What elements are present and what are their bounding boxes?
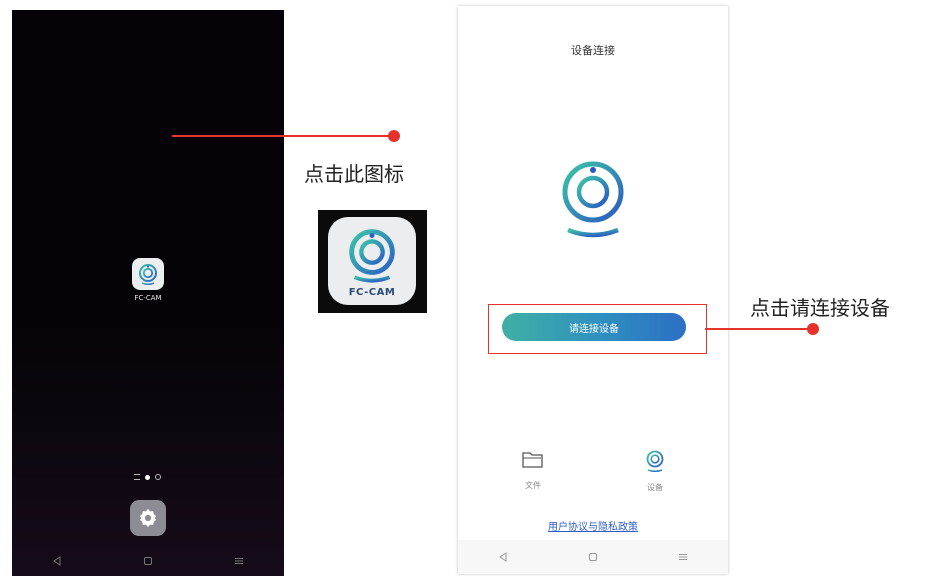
tab-devices-label: 设备 — [647, 483, 663, 492]
wallpaper-glow — [12, 310, 284, 576]
page-indicator-list — [134, 474, 140, 480]
camera-device-icon — [645, 450, 665, 476]
user-agreement-privacy-link[interactable]: 用户协议与隐私政策 — [458, 518, 728, 533]
fc-cam-icon-enlarged-label: FC-CAM — [348, 287, 396, 298]
app-screen: 设备连接 请连接设备 文件 设备 用户协议与隐私政策 — [458, 6, 728, 574]
annotation-line-icon — [172, 135, 394, 137]
home-screen: FC-CAM — [12, 10, 284, 576]
tab-files[interactable]: 文件 — [513, 450, 553, 491]
system-navbar-app — [458, 540, 728, 574]
camera-logo-icon — [556, 156, 630, 246]
page-title: 设备连接 — [571, 44, 615, 57]
tab-files-label: 文件 — [525, 481, 541, 490]
annotation-click-connect-text: 点击请连接设备 — [750, 296, 890, 320]
fc-cam-app-shortcut[interactable]: FC-CAM — [131, 258, 165, 302]
fc-cam-icon-enlarged-frame: FC-CAM — [318, 210, 427, 313]
page-indicator — [134, 474, 161, 480]
menu-icon[interactable] — [234, 556, 244, 566]
menu-icon[interactable] — [678, 552, 688, 562]
fc-cam-app-label: FC-CAM — [134, 294, 162, 302]
home-icon[interactable] — [143, 556, 153, 566]
back-icon[interactable] — [498, 552, 508, 562]
back-icon[interactable] — [52, 556, 62, 566]
settings-app-icon[interactable] — [130, 500, 166, 536]
home-icon[interactable] — [588, 552, 598, 562]
annotation-click-icon-text: 点击此图标 — [304, 162, 404, 186]
page-indicator-next — [155, 474, 161, 480]
folder-icon — [521, 452, 545, 474]
annotation-line-connect — [705, 328, 817, 330]
fc-cam-app-icon[interactable] — [132, 258, 164, 290]
tab-devices[interactable]: 设备 — [635, 450, 675, 493]
system-navbar — [12, 546, 284, 576]
page-indicator-current — [145, 474, 150, 480]
annotation-highlight-box — [488, 304, 707, 354]
fc-cam-icon-enlarged: FC-CAM — [328, 217, 416, 305]
annotation-dot-connect — [807, 323, 819, 335]
annotation-dot-icon — [388, 130, 400, 142]
